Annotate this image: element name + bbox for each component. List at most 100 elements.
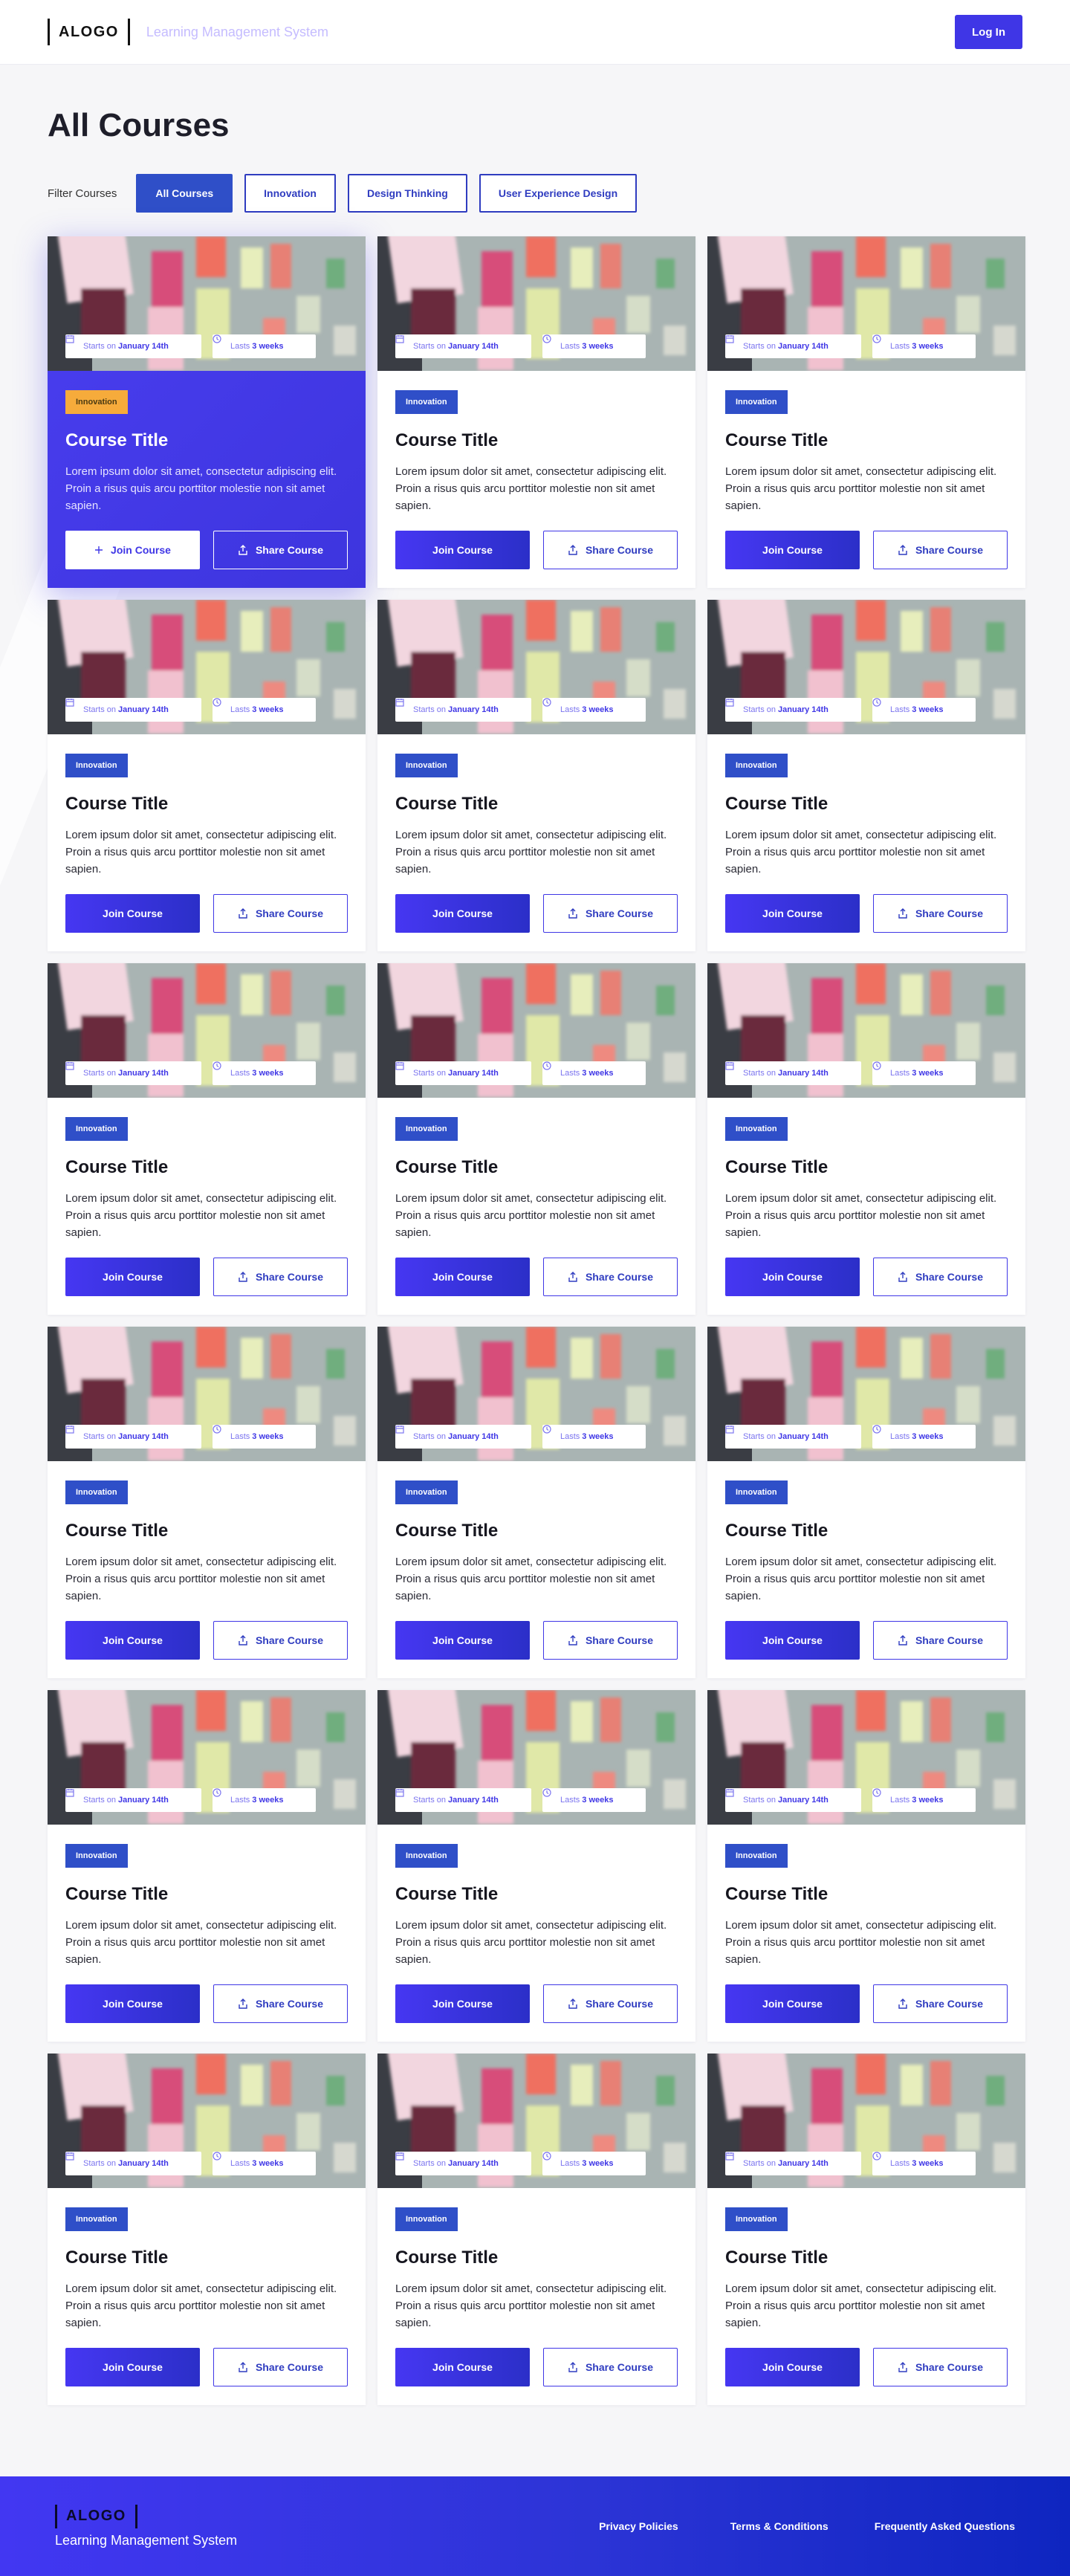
course-title: Course Title — [725, 1521, 829, 1541]
course-title: Course Title — [65, 2247, 169, 2268]
share-course-button[interactable]: Share Course — [213, 894, 348, 933]
starts-date: January 14th — [118, 1069, 169, 1078]
lasts-prefix: Lasts — [560, 1432, 580, 1441]
share-course-button[interactable]: Share Course — [543, 894, 678, 933]
share-course-button[interactable]: Share Course — [213, 531, 348, 569]
join-course-button[interactable]: Join Course — [725, 894, 860, 933]
course-card[interactable]: Starts on January 14th Lasts 3 weeks Innovat… — [48, 1690, 366, 2042]
share-label: Share Course — [585, 1634, 654, 1646]
course-title: Course Title — [65, 1521, 169, 1541]
starts-date: January 14th — [118, 1796, 169, 1805]
duration-pill: Lasts 3 weeks — [213, 334, 316, 358]
course-card[interactable]: Starts on January 14th Lasts 3 weeks Innovat… — [707, 963, 1025, 1315]
card-actions: Join Course Share Course — [65, 894, 348, 933]
course-card[interactable]: Starts on January 14th Lasts 3 weeks Innovat… — [377, 236, 696, 588]
footer-link-privacy[interactable]: Privacy Policies — [599, 2520, 678, 2532]
share-label: Share Course — [255, 2361, 324, 2373]
course-card[interactable]: Starts on January 14th Lasts 3 weeks Innovat… — [48, 236, 366, 588]
footer-links: Privacy Policies Terms & Conditions Freq… — [547, 2520, 1015, 2532]
course-card[interactable]: Starts on January 14th Lasts 3 weeks Innovat… — [377, 2054, 696, 2405]
course-card[interactable]: Starts on January 14th Lasts 3 weeks Innovat… — [707, 2054, 1025, 2405]
card-body: Innovation Course Title Lorem ipsum dolor … — [377, 371, 696, 569]
logo[interactable]: ALOGO — [48, 19, 130, 45]
join-course-button[interactable]: Join Course — [65, 894, 200, 933]
share-course-button[interactable]: Share Course — [873, 1621, 1008, 1660]
join-label: Join Course — [103, 2361, 163, 2373]
share-course-button[interactable]: Share Course — [873, 2348, 1008, 2386]
course-card[interactable]: Starts on January 14th Lasts 3 weeks Innovat… — [48, 600, 366, 951]
join-course-button[interactable]: Join Course — [395, 2348, 530, 2386]
start-date-pill: Starts on January 14th — [395, 2152, 531, 2175]
filter-design-thinking[interactable]: Design Thinking — [347, 174, 467, 213]
duration-pill: Lasts 3 weeks — [542, 334, 646, 358]
starts-date: January 14th — [448, 2159, 499, 2168]
share-course-button[interactable]: Share Course — [213, 2348, 348, 2386]
course-tag: Innovation — [725, 2207, 788, 2231]
course-tag: Innovation — [65, 1480, 128, 1504]
footer-logo[interactable]: ALOGO — [55, 2504, 237, 2528]
share-course-button[interactable]: Share Course — [873, 1258, 1008, 1296]
join-course-button[interactable]: Join Course — [725, 1621, 860, 1660]
course-description: Lorem ipsum dolor sit amet, consectetur … — [65, 2282, 337, 2329]
join-course-button[interactable]: Join Course — [395, 1621, 530, 1660]
join-course-button[interactable]: Join Course — [725, 1984, 860, 2023]
join-course-button[interactable]: Join Course — [65, 1258, 200, 1296]
course-tag: Innovation — [725, 1480, 788, 1504]
join-course-button[interactable]: Join Course — [395, 531, 530, 569]
course-card[interactable]: Starts on January 14th Lasts 3 weeks Innovat… — [707, 600, 1025, 951]
starts-prefix: Starts on — [83, 705, 117, 714]
share-course-button[interactable]: Share Course — [543, 1984, 678, 2023]
lasts-prefix: Lasts — [230, 1432, 250, 1441]
course-card[interactable]: Starts on January 14th Lasts 3 weeks Innovat… — [377, 963, 696, 1315]
course-card[interactable]: Starts on January 14th Lasts 3 weeks Innovat… — [707, 1690, 1025, 2042]
course-card[interactable]: Starts on January 14th Lasts 3 weeks Innovat… — [48, 1327, 366, 1678]
course-card[interactable]: Starts on January 14th Lasts 3 weeks Innovat… — [377, 1327, 696, 1678]
lasts-prefix: Lasts — [890, 2159, 910, 2168]
share-course-button[interactable]: Share Course — [873, 894, 1008, 933]
course-card[interactable]: Starts on January 14th Lasts 3 weeks Innovat… — [377, 600, 696, 951]
share-course-button[interactable]: Share Course — [543, 1621, 678, 1660]
filter-all-courses[interactable]: All Courses — [136, 174, 233, 213]
share-course-button[interactable]: Share Course — [213, 1984, 348, 2023]
share-course-button[interactable]: Share Course — [873, 531, 1008, 569]
lasts-prefix: Lasts — [230, 1796, 250, 1805]
join-course-button[interactable]: Join Course — [725, 1258, 860, 1296]
join-course-button[interactable]: Join Course — [65, 2348, 200, 2386]
footer-link-faq[interactable]: Frequently Asked Questions — [875, 2520, 1015, 2532]
share-label: Share Course — [585, 1271, 654, 1283]
join-course-button[interactable]: Join Course — [65, 531, 200, 569]
login-button[interactable]: Log In — [955, 15, 1022, 49]
filter-innovation[interactable]: Innovation — [244, 174, 336, 213]
plus-icon — [94, 546, 103, 554]
join-course-button[interactable]: Join Course — [725, 2348, 860, 2386]
share-course-button[interactable]: Share Course — [213, 1258, 348, 1296]
join-label: Join Course — [762, 2361, 823, 2373]
course-card[interactable]: Starts on January 14th Lasts 3 weeks Innovat… — [377, 1690, 696, 2042]
share-course-button[interactable]: Share Course — [213, 1621, 348, 1660]
course-card[interactable]: Starts on January 14th Lasts 3 weeks Innovat… — [707, 1327, 1025, 1678]
share-course-button[interactable]: Share Course — [543, 531, 678, 569]
join-course-button[interactable]: Join Course — [725, 531, 860, 569]
starts-date: January 14th — [448, 342, 499, 351]
course-card[interactable]: Starts on January 14th Lasts 3 weeks Innovat… — [707, 236, 1025, 588]
course-thumbnail: Starts on January 14th Lasts 3 weeks — [377, 236, 696, 371]
lasts-value: 3 weeks — [582, 2159, 614, 2168]
join-course-button[interactable]: Join Course — [65, 1621, 200, 1660]
join-course-button[interactable]: Join Course — [395, 1984, 530, 2023]
share-course-button[interactable]: Share Course — [543, 1258, 678, 1296]
share-icon — [568, 1635, 578, 1645]
join-course-button[interactable]: Join Course — [395, 894, 530, 933]
card-actions: Join Course Share Course — [395, 2348, 678, 2386]
course-card[interactable]: Starts on January 14th Lasts 3 weeks Innovat… — [48, 963, 366, 1315]
share-course-button[interactable]: Share Course — [873, 1984, 1008, 2023]
share-label: Share Course — [585, 1998, 654, 2010]
course-thumbnail: Starts on January 14th Lasts 3 weeks — [707, 963, 1025, 1098]
footer-link-terms[interactable]: Terms & Conditions — [730, 2520, 829, 2532]
card-body: Innovation Course Title Lorem ipsum dolor … — [377, 1825, 696, 2023]
share-course-button[interactable]: Share Course — [543, 2348, 678, 2386]
filter-user-experience-design[interactable]: User Experience Design — [479, 174, 638, 213]
join-course-button[interactable]: Join Course — [65, 1984, 200, 2023]
course-card[interactable]: Starts on January 14th Lasts 3 weeks Innovat… — [48, 2054, 366, 2405]
starts-prefix: Starts on — [743, 1069, 776, 1078]
join-course-button[interactable]: Join Course — [395, 1258, 530, 1296]
